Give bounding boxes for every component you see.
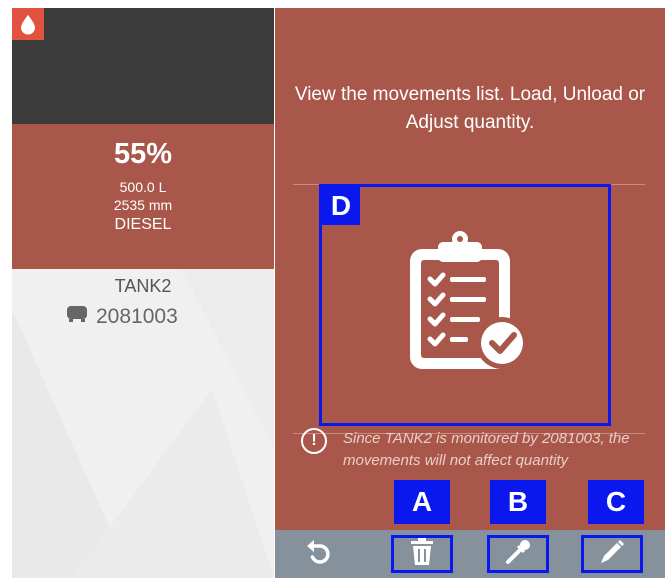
info-text: Since TANK2 is monitored by 2081003, the… bbox=[343, 430, 630, 469]
marker-c: C bbox=[588, 480, 644, 524]
edit-button[interactable] bbox=[581, 535, 643, 573]
movements-panel: View the movements list. Load, Unload or… bbox=[275, 8, 665, 578]
tank-header bbox=[12, 8, 274, 124]
action-toolbar bbox=[275, 530, 665, 578]
info-icon: ! bbox=[301, 428, 327, 454]
device-id: 2081003 bbox=[96, 305, 178, 328]
level-value: 2535 mm bbox=[113, 197, 173, 213]
tank-level-block: 55% 500.0 L 2535 mm DIESEL bbox=[12, 124, 274, 269]
fill-percentage: 55% bbox=[113, 138, 173, 170]
undo-icon bbox=[303, 537, 333, 572]
tank-icon bbox=[66, 305, 88, 329]
tank-summary-panel: 55% 500.0 L 2535 mm DIESEL TANK2 2081003 bbox=[12, 8, 274, 578]
pencil-icon bbox=[598, 538, 626, 571]
drop-icon bbox=[12, 8, 44, 40]
device-row: 2081003 bbox=[66, 305, 178, 329]
delete-button[interactable] bbox=[391, 535, 453, 573]
pipette-icon bbox=[504, 538, 532, 571]
panel-description: View the movements list. Load, Unload or… bbox=[294, 84, 646, 133]
movements-list-button[interactable]: D bbox=[319, 184, 611, 426]
marker-a: A bbox=[394, 480, 450, 524]
marker-d: D bbox=[322, 187, 360, 225]
fuel-type: DIESEL bbox=[114, 216, 172, 233]
trash-icon bbox=[410, 537, 434, 571]
measure-button[interactable] bbox=[487, 535, 549, 573]
tank-name: TANK2 bbox=[114, 276, 172, 296]
volume-value: 500.0 L bbox=[119, 179, 167, 195]
undo-button[interactable] bbox=[287, 535, 349, 573]
tank-info-block: TANK2 2081003 bbox=[12, 269, 274, 578]
clipboard-check-icon bbox=[400, 227, 540, 382]
marker-b: B bbox=[490, 480, 546, 524]
